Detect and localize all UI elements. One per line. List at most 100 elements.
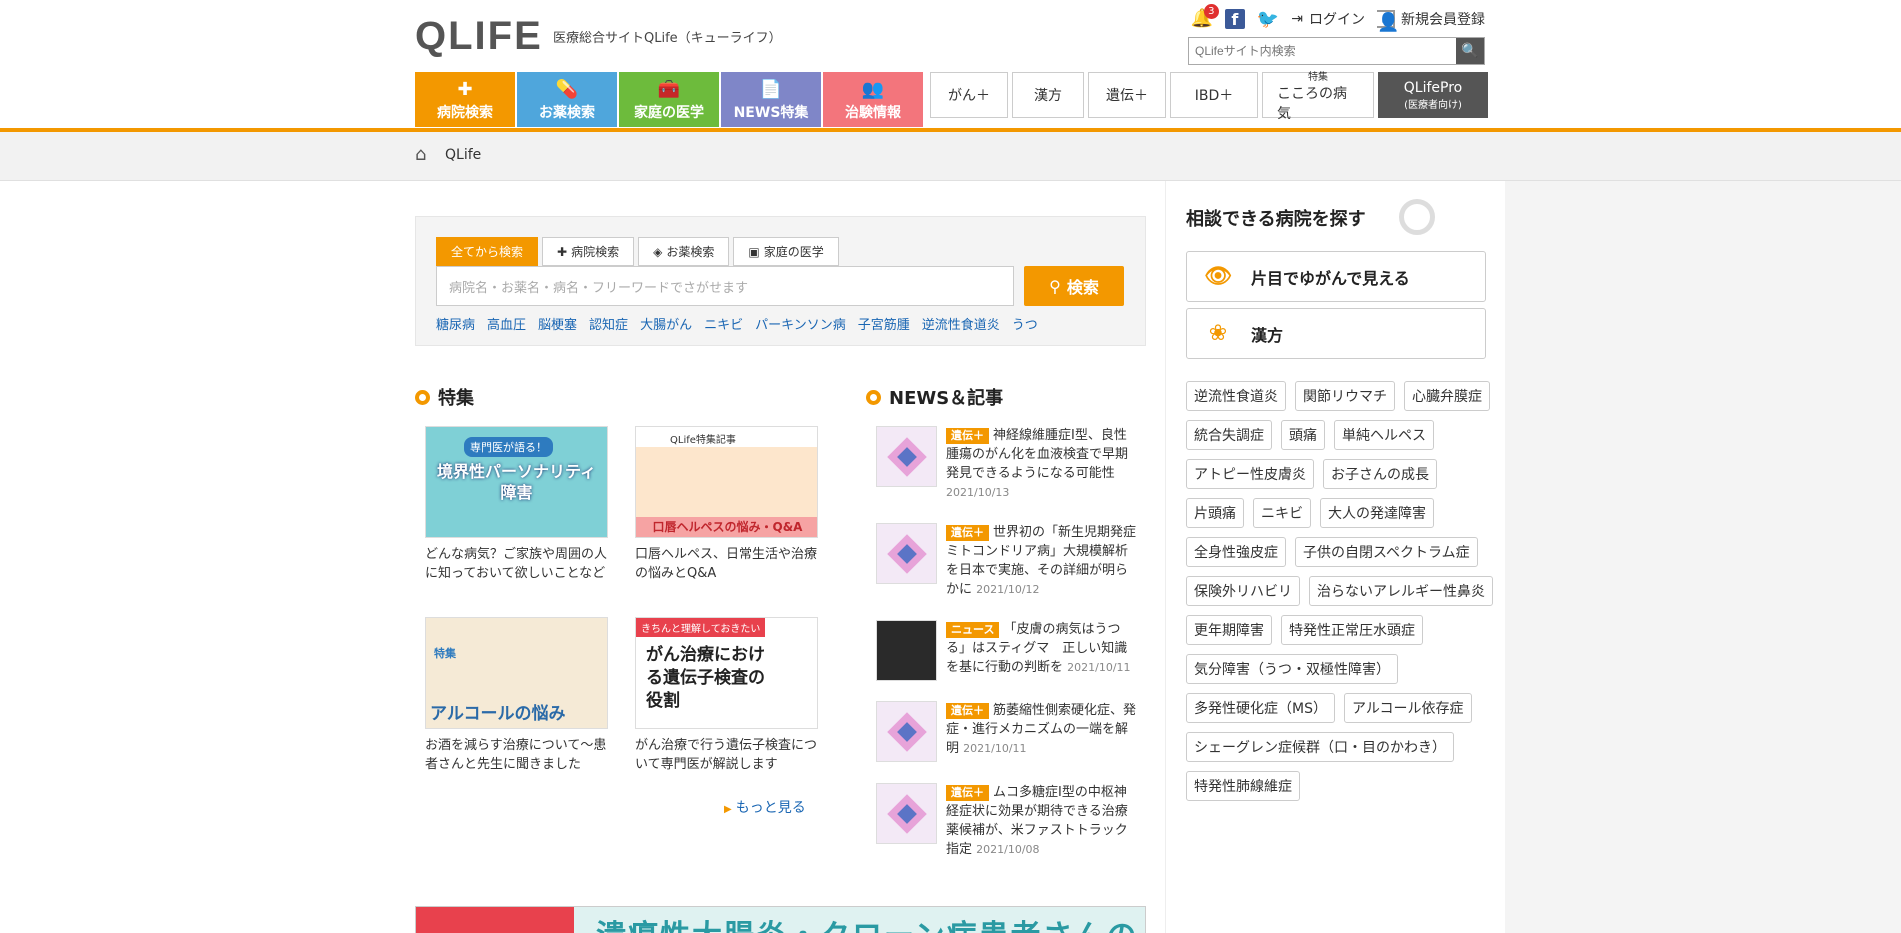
search-icon: 🔍 <box>1461 43 1479 59</box>
subnav-genetics[interactable]: 遺伝＋ <box>1088 72 1166 118</box>
news-item[interactable]: 遺伝＋ ムコ多糖症I型の中枢神経症状に効果が期待できる治療薬候補が、米ファストトラ… <box>876 783 1136 859</box>
site-search-button[interactable]: 🔍 <box>1456 38 1484 64</box>
feature-image: QLife特集記事 口唇ヘルペスの悩み・Q&A <box>635 426 818 538</box>
subnav-ibd[interactable]: IBD＋ <box>1170 72 1258 118</box>
condition-chip[interactable]: 特発性肺線維症 <box>1186 771 1300 801</box>
sidebar-button-vision[interactable]: 👁 片目でゆがんで見える <box>1186 251 1486 302</box>
sidebar-title: 相談できる病院を探す <box>1186 209 1366 230</box>
page: QLIFE 医療総合サイトQLife（キューライフ） 🔔 3 f 🐦 ⇥ ログイン … <box>0 0 1901 933</box>
nav-home-medicine[interactable]: 🧰 家庭の医学 <box>619 72 719 127</box>
keyword-link[interactable]: 逆流性食道炎 <box>922 314 1000 333</box>
news-item[interactable]: 遺伝＋ 神経線維腫症I型、良性腫瘍のがん化を血液検査で早期発見できるようになる可能… <box>876 426 1136 502</box>
keyword-link[interactable]: うつ <box>1012 314 1038 333</box>
nav-medicine-search[interactable]: 💊 お薬検索 <box>517 72 617 127</box>
feature-card[interactable]: きちんと理解しておきたい がん治療における遺伝子検査の役割 がん治療で行う遺伝子… <box>635 617 818 774</box>
keyword-link[interactable]: 子宮筋腫 <box>858 314 910 333</box>
condition-chip[interactable]: 保険外リハビリ <box>1186 576 1300 606</box>
condition-chip[interactable]: 治らないアレルギー性鼻炎 <box>1309 576 1493 606</box>
news-thumbnail <box>876 620 937 681</box>
condition-chip[interactable]: 関節リウマチ <box>1295 381 1395 411</box>
search-icon: ⚲ <box>1049 276 1061 296</box>
site-search: 🔍 <box>1188 37 1485 65</box>
condition-chip[interactable]: 特発性正常圧水頭症 <box>1281 615 1423 645</box>
tab-hospital[interactable]: ✚ 病院検索 <box>542 237 635 266</box>
condition-chip[interactable]: ニキビ <box>1253 498 1311 528</box>
twitter-icon[interactable]: 🐦 <box>1257 9 1279 30</box>
bullet-icon <box>866 389 881 405</box>
condition-chip[interactable]: 気分障害（うつ・双極性障害） <box>1186 654 1398 684</box>
register-link[interactable]: 👤 新規会員登録 <box>1377 9 1485 33</box>
hospital-icon: ✚ <box>557 244 568 259</box>
keyword-link[interactable]: パーキンソン病 <box>755 314 846 333</box>
nav-news[interactable]: 📄 NEWS特集 <box>721 72 821 127</box>
subnav-cancer[interactable]: がん＋ <box>930 72 1008 118</box>
qlife-logo[interactable]: QLIFE <box>415 14 543 59</box>
condition-chip[interactable]: 統合失調症 <box>1186 420 1272 450</box>
feature-image: 特集 アルコールの悩み <box>425 617 608 729</box>
notification-bell-icon[interactable]: 🔔 3 <box>1191 4 1219 30</box>
news-item[interactable]: 遺伝＋ 筋萎縮性側索硬化症、発症・進行メカニズムの一端を解明 2021/10/11 <box>876 701 1136 762</box>
feature-card[interactable]: 特集 アルコールの悩み お酒を減らす治療について～患者さんと先生に聞きました <box>425 617 608 774</box>
sidebar-button-kampo[interactable]: ❀ 漢方 <box>1186 308 1486 359</box>
news-item[interactable]: 遺伝＋ 世界初の「新生児期発症ミトコンドリア病」大規模解析を日本で実施、その詳細が… <box>876 523 1136 599</box>
condition-chip[interactable]: 更年期障害 <box>1186 615 1272 645</box>
tab-medicine[interactable]: ◈ お薬検索 <box>638 237 730 266</box>
ibd-banner[interactable]: 潰瘍性大腸炎・クローン病患者さんの <box>415 906 1146 933</box>
condition-chips: 逆流性食道炎 関節リウマチ 心臓弁膜症 統合失調症 頭痛 単純ヘルペス アトピー… <box>1186 381 1496 801</box>
tab-home-medicine[interactable]: ▣ 家庭の医学 <box>733 237 839 266</box>
keyword-links: 糖尿病 高血圧 脳梗塞 認知症 大腸がん ニキビ パーキンソン病 子宮筋腫 逆流… <box>436 314 1038 333</box>
breadcrumb-home[interactable]: QLife <box>445 147 481 163</box>
home-icon[interactable]: ⌂ <box>415 144 426 165</box>
herb-icon: ❀ <box>1208 321 1228 346</box>
keyword-link[interactable]: 脳梗塞 <box>538 314 577 333</box>
facebook-icon[interactable]: f <box>1224 9 1245 29</box>
eye-icon: 👁 <box>1204 264 1232 289</box>
condition-chip[interactable]: アルコール依存症 <box>1343 693 1472 723</box>
magnifier-icon <box>1399 199 1435 235</box>
news-tag: 遺伝＋ <box>946 428 989 444</box>
features-heading: 特集 <box>415 384 474 410</box>
nav-hospital-search[interactable]: ✚ 病院検索 <box>415 72 515 127</box>
site-search-input[interactable] <box>1189 38 1456 64</box>
main-search-box: 全てから検索 ✚ 病院検索 ◈ お薬検索 ▣ 家庭の医学 病院名・お薬名・病名・フリー… <box>415 216 1146 346</box>
main-search-button[interactable]: ⚲ 検索 <box>1024 266 1124 306</box>
condition-chip[interactable]: シェーグレン症候群（口・目のかわき） <box>1186 732 1454 762</box>
keyword-link[interactable]: 認知症 <box>589 314 628 333</box>
nav-clinical-trials[interactable]: 👥 治験情報 <box>823 72 923 127</box>
condition-chip[interactable]: 多発性硬化症（MS） <box>1186 693 1335 723</box>
keyword-link[interactable]: 大腸がん <box>640 314 692 333</box>
news-thumbnail <box>876 701 937 762</box>
condition-chip[interactable]: 逆流性食道炎 <box>1186 381 1286 411</box>
subnav-qlifepro[interactable]: QLifePro (医療者向け) <box>1378 72 1488 118</box>
medkit-icon: ▣ <box>748 244 760 259</box>
site-tagline: 医療総合サイトQLife（キューライフ） <box>553 31 782 46</box>
login-icon: ⇥ <box>1291 11 1303 27</box>
subnav-mental[interactable]: 特集 こころの病気 <box>1262 72 1374 122</box>
condition-chip[interactable]: 片頭痛 <box>1186 498 1244 528</box>
main-search-input[interactable]: 病院名・お薬名・病名・フリーワードでさがせます <box>436 266 1014 306</box>
tab-all[interactable]: 全てから検索 <box>436 237 539 266</box>
news-tag: ニュース <box>946 622 1000 638</box>
condition-chip[interactable]: アトピー性皮膚炎 <box>1186 459 1314 489</box>
login-link[interactable]: ⇥ ログイン <box>1291 9 1365 29</box>
keyword-link[interactable]: ニキビ <box>704 314 743 333</box>
condition-chip[interactable]: お子さんの成長 <box>1323 459 1437 489</box>
keyword-link[interactable]: 高血圧 <box>487 314 526 333</box>
banner-accent <box>416 907 574 933</box>
condition-chip[interactable]: 心臓弁膜症 <box>1404 381 1490 411</box>
bullet-icon <box>415 389 430 405</box>
news-item[interactable]: ニュース 「皮膚の病気はうつる」はスティグマ 正しい知識を基に行動の判断を 202… <box>876 620 1136 681</box>
keyword-link[interactable]: 糖尿病 <box>436 314 475 333</box>
feature-card[interactable]: QLife特集記事 口唇ヘルペスの悩み・Q&A 口唇ヘルペス、日常生活や治療の悩… <box>635 426 818 583</box>
condition-chip[interactable]: 単純ヘルペス <box>1334 420 1434 450</box>
subnav-kampo[interactable]: 漢方 <box>1012 72 1084 118</box>
news-tag: 遺伝＋ <box>946 525 989 541</box>
condition-chip[interactable]: 頭痛 <box>1281 420 1325 450</box>
feature-image: 専門医が語る！ 境界性パーソナリティ障害 <box>425 426 608 538</box>
breadcrumb: ⌂ QLife <box>0 132 1901 181</box>
condition-chip[interactable]: 子供の自閉スペクトラム症 <box>1295 537 1478 567</box>
condition-chip[interactable]: 大人の発達障害 <box>1320 498 1434 528</box>
more-link[interactable]: ▶ もっと見る <box>724 797 806 817</box>
feature-card[interactable]: 専門医が語る！ 境界性パーソナリティ障害 どんな病気？ご家族や周囲の人に知ってお… <box>425 426 608 583</box>
condition-chip[interactable]: 全身性強皮症 <box>1186 537 1286 567</box>
